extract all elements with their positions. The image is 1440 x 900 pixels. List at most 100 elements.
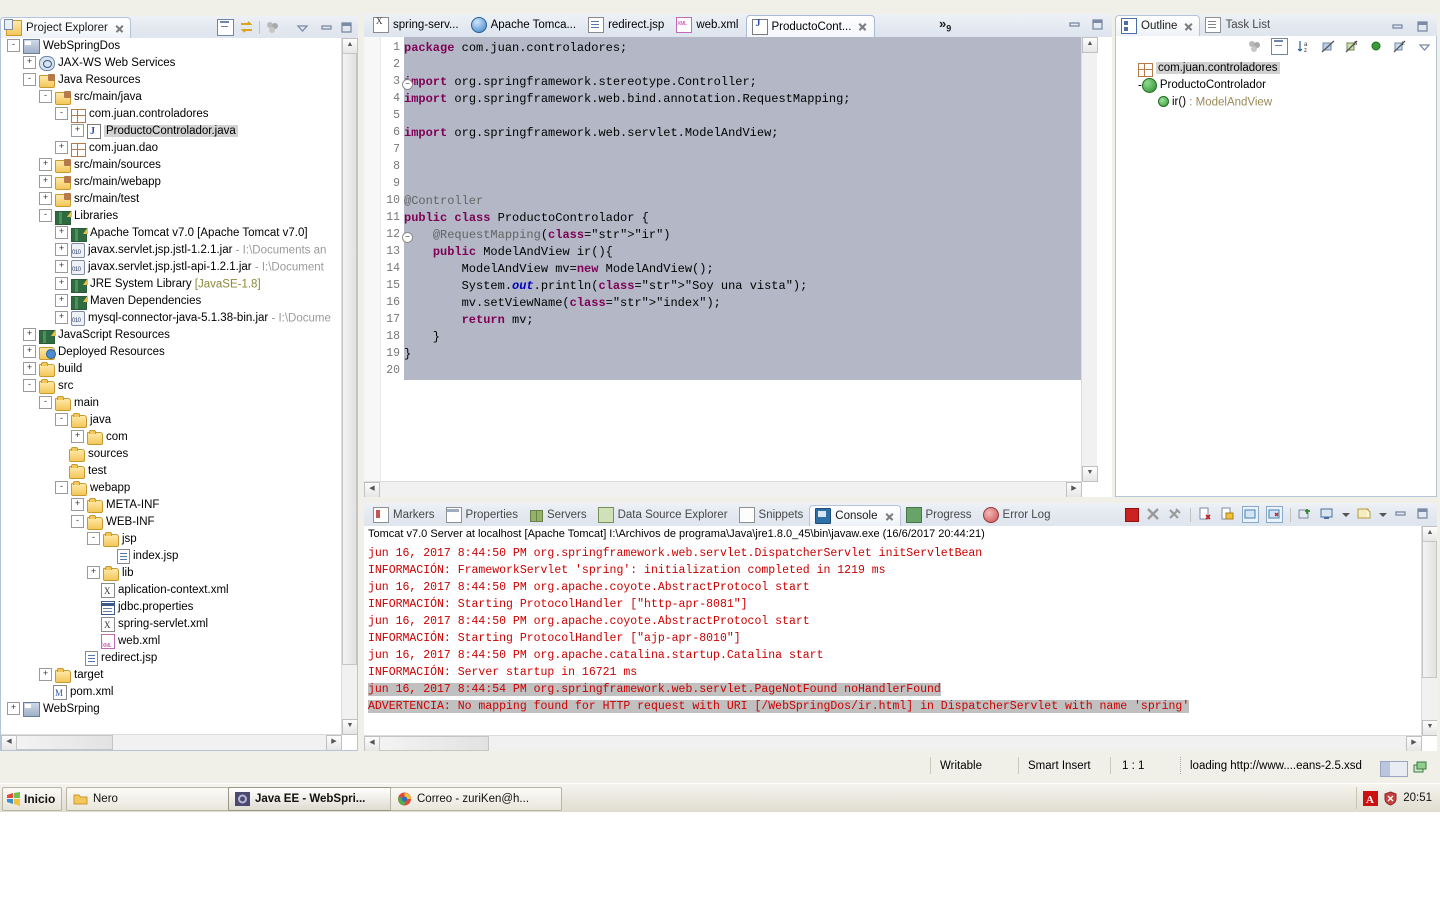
open-console-dropdown-icon[interactable] — [1379, 512, 1387, 517]
tree-item[interactable]: jdbc.properties — [1, 599, 357, 616]
tree-item[interactable]: + javax.servlet.jsp.jstl-1.2.1.jar - I:\D… — [1, 242, 357, 262]
console-panel-tab[interactable]: Console — [809, 505, 901, 526]
tree-item[interactable]: + JavaScript Resources — [1, 327, 357, 344]
tree-item[interactable]: + mysql-connector-java-5.1.38-bin.jar - I… — [1, 310, 357, 330]
taskbar-button[interactable]: Java EE - WebSpri... — [228, 787, 400, 811]
code-line[interactable]: } — [404, 330, 440, 344]
console-hscrollbar[interactable]: ◀ ▶ — [364, 735, 1422, 751]
close-icon[interactable] — [115, 24, 124, 33]
tree-item[interactable]: + WebSrping — [1, 701, 357, 718]
tree-item[interactable]: + lib — [1, 565, 357, 582]
view-menu-icon[interactable] — [1417, 39, 1432, 54]
hide-local-icon[interactable]: L — [1393, 39, 1408, 54]
collapse-icon[interactable]: - — [23, 73, 36, 86]
expand-icon[interactable]: + — [55, 243, 68, 256]
expand-icon[interactable]: + — [55, 226, 68, 239]
view-menu-chevron-icon[interactable] — [295, 20, 310, 35]
tree-item[interactable]: - WebSpringDos — [1, 38, 357, 55]
scroll-thumb[interactable] — [1422, 541, 1437, 678]
scroll-right-arrow[interactable]: ▶ — [1406, 736, 1422, 751]
scroll-left-arrow[interactable]: ◀ — [364, 482, 380, 497]
code-line[interactable]: import org.springframework.stereotype.Co… — [404, 75, 757, 89]
maximize-icon[interactable] — [1416, 20, 1431, 35]
remove-all-terminated-icon[interactable] — [1168, 507, 1183, 522]
expand-icon[interactable]: + — [23, 345, 36, 358]
console-panel-tab[interactable]: Error Log — [978, 504, 1057, 525]
expand-icon[interactable]: + — [39, 175, 52, 188]
code-line[interactable]: import org.springframework.web.bind.anno… — [404, 92, 850, 106]
collapse-icon[interactable]: - — [23, 379, 36, 392]
editor-overflow-indicator[interactable]: »9 — [939, 16, 951, 34]
outline-item[interactable]: com.juan.controladores — [1116, 60, 1436, 77]
focus-icon[interactable] — [1247, 39, 1262, 54]
collapse-icon[interactable]: - — [71, 515, 84, 528]
editor-tab[interactable]: web.xml — [671, 14, 745, 36]
tree-item[interactable]: redirect.jsp — [1, 650, 357, 667]
tree-item[interactable]: + javax.servlet.jsp.jstl-api-1.2.1.jar - … — [1, 259, 357, 279]
collapse-icon[interactable]: - — [39, 90, 52, 103]
close-icon[interactable] — [885, 512, 894, 521]
link-with-editor-icon[interactable] — [239, 20, 254, 35]
word-wrap-icon[interactable] — [1242, 506, 1259, 523]
editor-vscrollbar[interactable]: ▲ ▼ — [1081, 37, 1098, 482]
expand-icon[interactable]: + — [71, 124, 84, 137]
expand-icon[interactable]: + — [55, 277, 68, 290]
console-body[interactable]: Tomcat v7.0 Server at localhost [Apache … — [364, 526, 1437, 751]
tree-item[interactable]: spring-servlet.xml — [1, 616, 357, 634]
hide-fields-icon[interactable] — [1321, 39, 1336, 54]
tree-item[interactable]: + Apache Tomcat v7.0 [Apache Tomcat v7.0] — [1, 225, 357, 242]
tree-item[interactable]: - main — [1, 395, 357, 412]
collapse-icon[interactable]: - — [55, 107, 68, 120]
console-dropdown-chevron-icon[interactable] — [1342, 512, 1350, 517]
code-editor[interactable]: 1 2 3 4 5 6 7 8 9 10 11 12 13 14 15 16 17 18 19 20 package … — [364, 37, 1112, 497]
tree-item[interactable]: + JRE System Library [JavaSE-1.8] — [1, 276, 357, 293]
scroll-up-arrow[interactable]: ▲ — [1082, 37, 1098, 53]
tree-item[interactable]: test — [1, 463, 357, 480]
code-line[interactable]: @RequestMapping(class="str">"ir") — [404, 228, 671, 242]
tree-item[interactable]: - jsp — [1, 531, 357, 548]
tree-item[interactable]: + com — [1, 429, 357, 446]
editor-tab[interactable]: ProductoCont... — [745, 15, 876, 37]
expand-icon[interactable]: + — [7, 702, 20, 715]
code-line[interactable]: return mv; — [404, 313, 534, 327]
collapse-icon[interactable]: - — [39, 396, 52, 409]
expand-icon[interactable]: + — [55, 294, 68, 307]
code-line[interactable]: ModelAndView mv=new ModelAndView(); — [404, 262, 714, 276]
editor-tab[interactable]: spring-serv... — [368, 14, 466, 36]
scroll-right-arrow[interactable]: ▶ — [1066, 482, 1082, 497]
tree-hscrollbar[interactable]: ◀ ▶ — [1, 734, 342, 750]
console-output[interactable]: jun 16, 2017 8:44:50 PM org.springframew… — [364, 545, 1421, 715]
terminate-icon[interactable] — [1125, 507, 1139, 522]
maximize-icon[interactable] — [1416, 507, 1431, 522]
close-icon[interactable] — [1184, 22, 1193, 31]
console-panel-tab[interactable]: Progress — [901, 504, 978, 525]
scroll-thumb-h[interactable] — [16, 735, 113, 750]
minimize-icon[interactable] — [1391, 20, 1406, 35]
start-button[interactable]: Inicio — [2, 787, 63, 811]
tree-item[interactable]: + target — [1, 667, 357, 684]
code-line[interactable]: mv.setViewName(class="str">"index"); — [404, 296, 721, 310]
tree-item[interactable]: + src/main/test — [1, 191, 357, 208]
scroll-up-arrow[interactable]: ▲ — [342, 38, 357, 54]
tree-item[interactable]: + Deployed Resources — [1, 344, 357, 361]
code-line[interactable]: System.out.println(class="str">"Soy una … — [404, 279, 808, 293]
open-console-icon[interactable] — [1357, 507, 1372, 522]
tab-project-explorer[interactable]: Project Explorer — [0, 17, 131, 38]
maximize-icon[interactable] — [1091, 18, 1106, 33]
taskbar-button[interactable]: Correo - zuriKen@h... — [390, 787, 562, 811]
code-line[interactable]: public ModelAndView ir(){ — [404, 245, 613, 259]
code-line[interactable]: import org.springframework.web.servlet.M… — [404, 126, 778, 140]
outline-item[interactable]: - ProductoControlador — [1116, 77, 1436, 94]
code-fold-toggle-icon[interactable]: − — [402, 79, 413, 90]
code-line[interactable]: package com.juan.controladores; — [404, 41, 627, 55]
maximize-icon[interactable] — [339, 20, 354, 35]
clear-console-icon[interactable] — [1198, 507, 1213, 522]
antivirus-shield-icon[interactable] — [1383, 790, 1398, 806]
collapse-icon[interactable]: - — [55, 481, 68, 494]
scroll-down-arrow[interactable]: ▼ — [1082, 466, 1098, 482]
collapse-icon[interactable]: - — [39, 209, 52, 222]
scroll-thumb-h[interactable] — [379, 736, 489, 751]
tree-vscrollbar[interactable]: ▲ ▼ — [341, 38, 357, 735]
collapse-all-icon[interactable] — [1271, 38, 1288, 55]
expand-icon[interactable]: + — [71, 498, 84, 511]
